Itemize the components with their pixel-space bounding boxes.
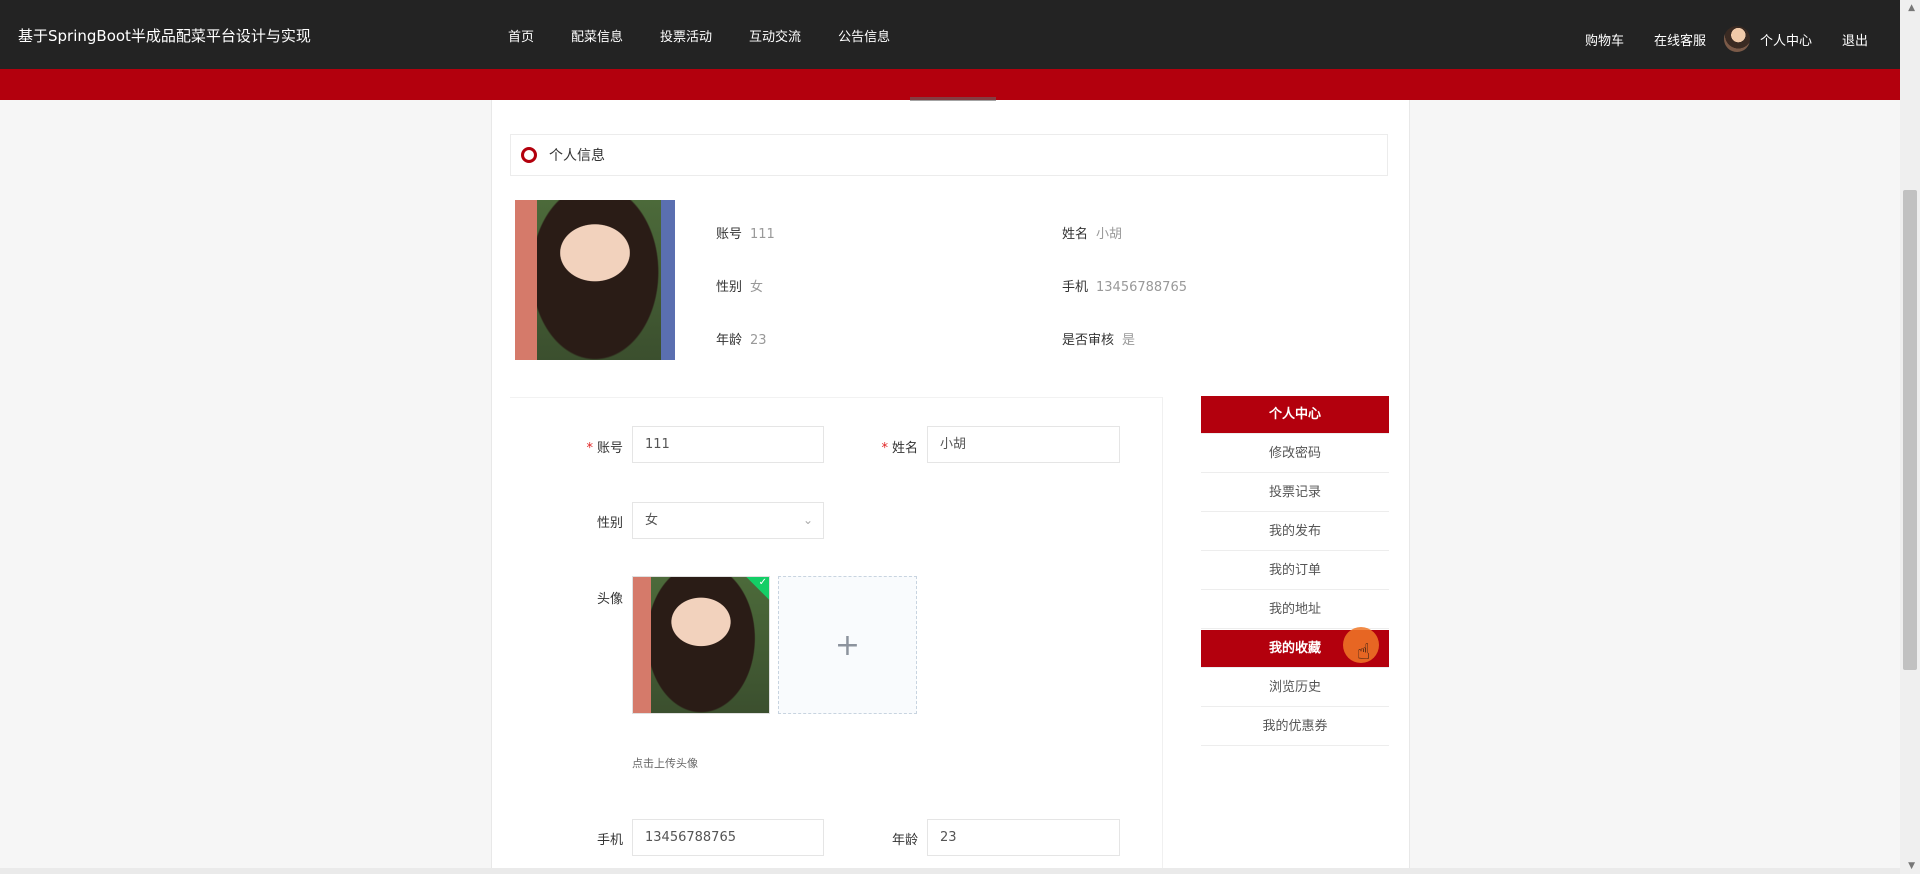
side-menu-history[interactable]: 浏览历史 [1201,669,1389,707]
info-gender-value: 女 [750,280,764,295]
account-label-text: 账号 [596,441,623,456]
page-heading-fragment [910,97,996,101]
chevron-down-icon: ⌄ [802,513,813,527]
accent-banner [0,69,1900,100]
info-gender: 性别女 [716,276,763,295]
profile-link[interactable]: 个人中心 [1760,30,1812,49]
scroll-down-icon[interactable]: ▼ [1908,861,1915,871]
divider [1162,397,1163,868]
info-gender-label: 性别 [716,280,743,295]
nav-announcements[interactable]: 公告信息 [838,26,890,45]
top-navbar: 基于SpringBoot半成品配菜平台设计与实现 首页 配菜信息 投票活动 互动… [0,0,1900,69]
info-name-label: 姓名 [1062,227,1089,242]
nav-voting[interactable]: 投票活动 [660,26,712,45]
info-phone-value: 13456788765 [1096,280,1187,295]
gender-select-value: 女 [645,513,659,528]
plus-icon: + [834,627,861,663]
scroll-up-icon[interactable]: ▲ [1908,3,1915,13]
radio-dot-icon [521,147,537,163]
hand-cursor-icon: ☝ [1357,640,1371,665]
side-menu-vote-records[interactable]: 投票记录 [1201,474,1389,512]
check-icon: ✓ [758,577,767,588]
info-audit: 是否审核是 [1062,329,1135,348]
section-title: 个人信息 [549,148,605,164]
info-phone-label: 手机 [1062,280,1089,295]
info-age-label: 年龄 [716,333,743,348]
divider [510,397,1162,398]
gender-select[interactable]: 女 ⌄ [632,502,824,539]
logout-link[interactable]: 退出 [1842,30,1868,49]
section-header: 个人信息 [510,134,1388,176]
side-menu: 个人中心 修改密码 投票记录 我的发布 我的订单 我的地址 我的收藏 浏览历史 … [1201,396,1389,747]
nav-forum[interactable]: 互动交流 [749,26,801,45]
info-name: 姓名 小胡 [1062,223,1122,242]
side-menu-change-password[interactable]: 修改密码 [1201,435,1389,473]
info-account-value: 111 [750,227,775,242]
avatar-label: 头像 [596,592,623,607]
avatar-preview[interactable]: ✓ [632,576,770,714]
online-service-link[interactable]: 在线客服 [1654,30,1706,49]
site-title[interactable]: 基于SpringBoot半成品配菜平台设计与实现 [18,25,311,46]
avatar[interactable] [1723,26,1750,52]
scrollbar[interactable]: ▲ ▼ [1900,0,1920,874]
required-mark: * [881,441,888,456]
nav-home[interactable]: 首页 [508,26,534,45]
required-mark: * [586,441,593,456]
cart-link[interactable]: 购物车 [1585,30,1624,49]
account-field[interactable]: 111 [632,426,824,463]
main-nav: 首页 配菜信息 投票活动 互动交流 公告信息 [508,26,927,45]
account-label: * 账号 [543,437,623,456]
info-account: 账号 111 [716,223,775,242]
scroll-thumb[interactable] [1903,190,1917,670]
info-audit-label: 是否审核 [1062,333,1115,348]
side-menu-my-address[interactable]: 我的地址 [1201,591,1389,629]
name-field[interactable]: 小胡 [927,426,1120,463]
info-age-value: 23 [750,333,767,348]
side-menu-coupons[interactable]: 我的优惠券 [1201,708,1389,746]
user-links: 购物车 在线客服 个人中心 退出 [1555,26,1868,52]
info-phone: 手机 13456788765 [1062,276,1187,295]
upload-button[interactable]: + [778,576,917,714]
name-label-text: 姓名 [891,441,918,456]
name-label: * 姓名 [838,437,918,456]
profile-photo [515,200,675,360]
bottom-strip [0,868,1900,874]
phone-label: 手机 [596,833,623,848]
info-age: 年龄 23 [716,329,767,348]
info-account-label: 账号 [716,227,743,242]
nav-dishes[interactable]: 配菜信息 [571,26,623,45]
side-menu-my-posts[interactable]: 我的发布 [1201,513,1389,551]
phone-field[interactable]: 13456788765 [632,819,824,856]
info-audit-value: 是 [1122,333,1136,348]
side-menu-my-orders[interactable]: 我的订单 [1201,552,1389,590]
side-menu-profile[interactable]: 个人中心 [1201,396,1389,434]
gender-label: 性别 [596,516,623,531]
info-name-value: 小胡 [1096,227,1123,242]
age-field[interactable]: 23 [927,819,1120,856]
age-label: 年龄 [891,833,918,848]
upload-hint: 点击上传头像 [632,757,698,770]
